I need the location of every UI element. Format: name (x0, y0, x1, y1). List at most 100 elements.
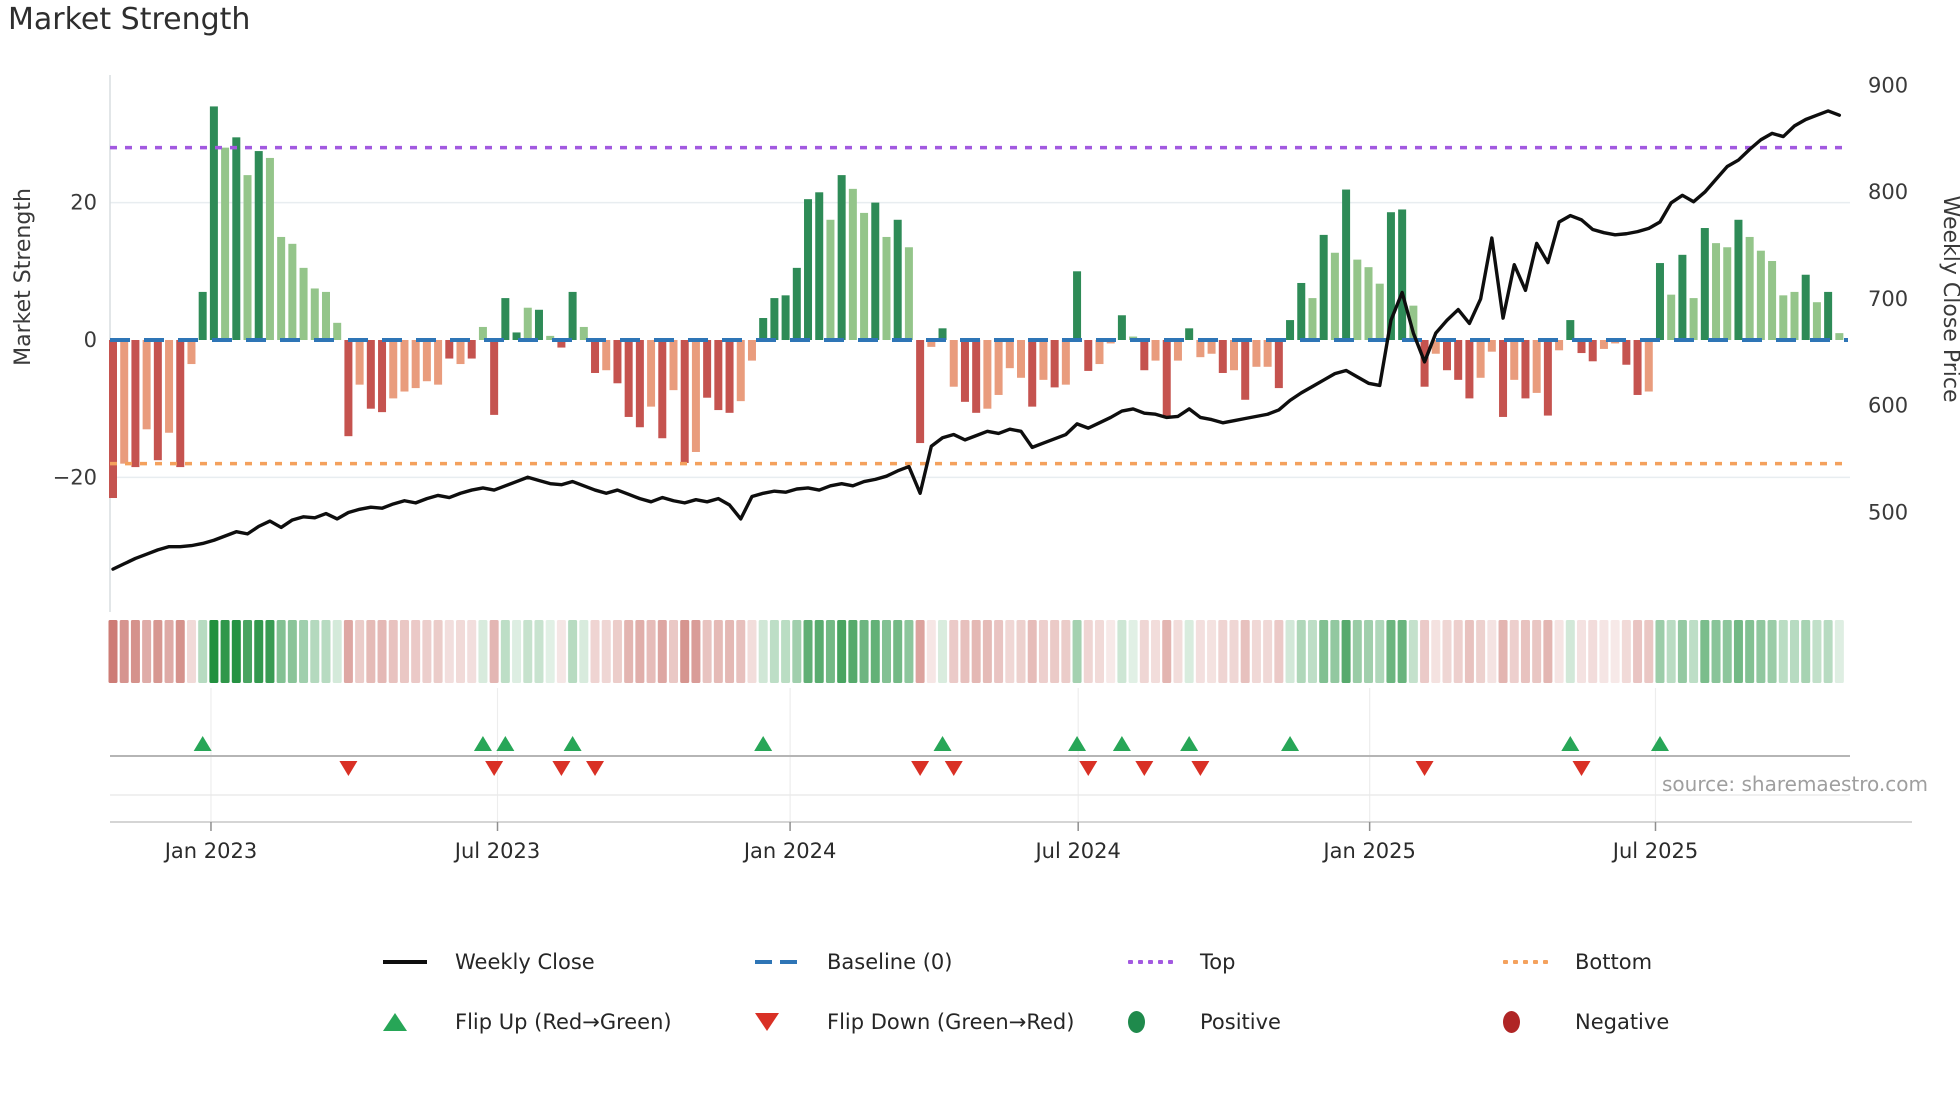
heatmap-cell (982, 620, 992, 683)
heatmap-cell (545, 620, 555, 683)
heatmap-cell (1408, 620, 1418, 683)
flip-down-marker (1572, 761, 1591, 776)
right-tick-label: 700 (1868, 287, 1908, 311)
left-tick-label: 0 (84, 328, 97, 352)
heatmap-cell (1162, 620, 1172, 683)
heatmap-cell (1577, 620, 1587, 683)
strength-bar (1005, 340, 1014, 369)
heatmap-cell (1218, 620, 1228, 683)
strength-bar (759, 318, 768, 340)
strength-bar (815, 192, 824, 340)
heatmap-cell (960, 620, 970, 683)
heatmap-cell (1139, 620, 1149, 683)
heatmap-cell (568, 620, 578, 683)
strength-bar (1812, 302, 1821, 340)
heatmap-cell (299, 620, 309, 683)
heatmap-cell (1588, 620, 1598, 683)
heatmap-cell (534, 620, 544, 683)
strength-bar (860, 212, 869, 340)
flip-down-marker (944, 761, 963, 776)
heatmap-cell (1834, 620, 1844, 683)
strength-bar (972, 340, 981, 413)
flip-down-marker (485, 761, 504, 776)
x-tick-label: Jul 2024 (1033, 839, 1120, 863)
heatmap-cell (1296, 620, 1306, 683)
heatmap-cell (1498, 620, 1508, 683)
heatmap-cell (1532, 620, 1542, 683)
heatmap-cell (1487, 620, 1497, 683)
heatmap-cell (1352, 620, 1362, 683)
heatmap-cell (781, 620, 791, 683)
strength-bar (389, 340, 398, 399)
heatmap-cell (321, 620, 331, 683)
strength-bar (1499, 340, 1508, 417)
heatmap-cell (265, 620, 275, 683)
heatmap-cell (769, 620, 779, 683)
heatmap-cell (1251, 620, 1261, 683)
strength-bar (1689, 298, 1698, 340)
strength-bar (613, 340, 622, 384)
strength-bar (781, 295, 790, 340)
x-tick-label: Jan 2024 (742, 839, 837, 863)
strength-bar (1510, 340, 1519, 380)
heatmap-cell (355, 620, 365, 683)
heatmap-cell (332, 620, 342, 683)
strength-bar (445, 340, 454, 359)
strength-bar (1465, 340, 1474, 399)
heatmap-cell (893, 620, 903, 683)
strength-bar (1712, 243, 1721, 340)
heatmap-cell (556, 620, 566, 683)
source-note: source: sharemaestro.com (1662, 772, 1928, 796)
strength-bar (1790, 291, 1799, 340)
strength-bar (1173, 340, 1182, 361)
heatmap-cell (310, 620, 320, 683)
strength-bar (747, 340, 756, 361)
heatmap-cell (1655, 620, 1665, 683)
legend-label: Positive (1200, 1010, 1281, 1034)
left-tick-label: −20 (53, 465, 97, 489)
flip-down-marker (911, 761, 930, 776)
strength-bar (691, 340, 700, 452)
strength-bar (411, 340, 420, 389)
heatmap-cell (736, 620, 746, 683)
strength-bar (1398, 209, 1407, 340)
heatmap-cell (938, 620, 948, 683)
heatmap-cell (366, 620, 376, 683)
heatmap-cell (422, 620, 432, 683)
heatmap-cell (1767, 620, 1777, 683)
heatmap-cell (198, 620, 208, 683)
flip-down-marker (1191, 761, 1210, 776)
strength-bar (523, 307, 532, 340)
strength-bar (1207, 340, 1216, 354)
flip-up-marker (754, 736, 773, 751)
strength-bar (321, 291, 330, 340)
strength-bar (949, 340, 958, 387)
heatmap-cell (612, 620, 622, 683)
strength-bar (378, 340, 387, 413)
strength-bar (1263, 340, 1272, 367)
heatmap-cell (1823, 620, 1833, 683)
strength-bar (658, 340, 667, 439)
strength-bar (1454, 340, 1463, 380)
strength-bar (1622, 340, 1631, 365)
heatmap-cell (108, 620, 118, 683)
flip-up-marker (1180, 736, 1199, 751)
strength-bar (1342, 189, 1351, 340)
heatmap-cell (859, 620, 869, 683)
strength-bar (1308, 298, 1317, 340)
strength-bar (109, 340, 117, 499)
strength-bar (770, 298, 779, 340)
heatmap-cell (500, 620, 510, 683)
heatmap-cell (1364, 620, 1374, 683)
strength-bar (960, 340, 969, 402)
heatmap-cell (276, 620, 286, 683)
strength-bar (1117, 315, 1126, 340)
heatmap-cell (1745, 620, 1755, 683)
heatmap-cell (142, 620, 152, 683)
heatmap-cell (1319, 620, 1329, 683)
heatmap-cell (243, 620, 253, 683)
legend-item-bottom: Bottom (1503, 946, 1652, 978)
left-axis-title: Market Strength (11, 188, 36, 366)
flip-down-marker (1415, 761, 1434, 776)
strength-bar (355, 340, 364, 385)
